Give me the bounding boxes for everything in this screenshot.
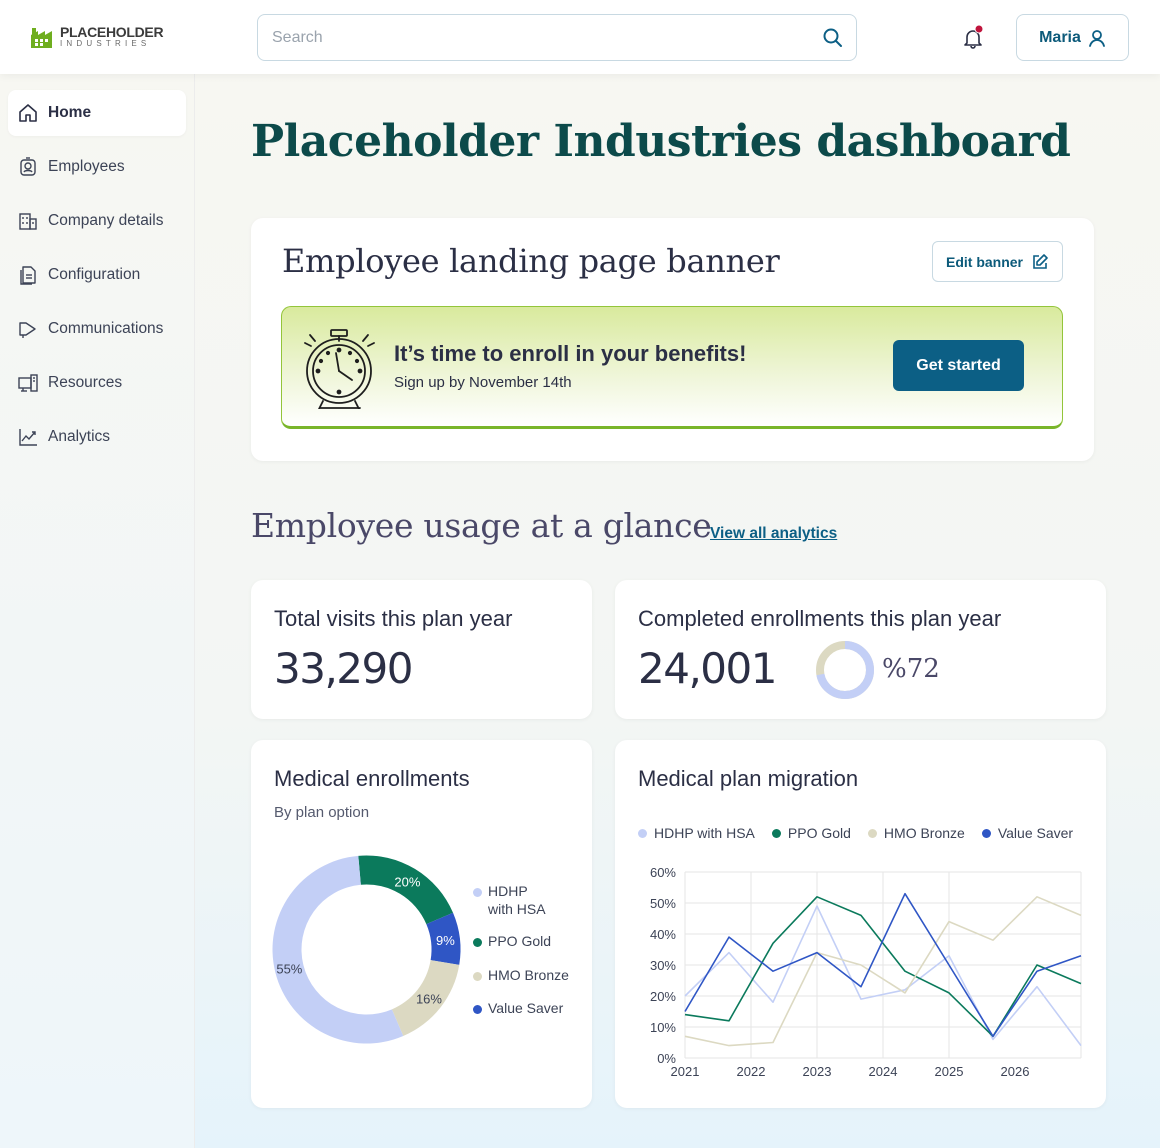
total-visits-card: Total visits this plan year 33,290	[251, 580, 592, 719]
legend-label: PPO Gold	[488, 933, 552, 949]
brand-sub: INDUSTRIES	[60, 38, 151, 48]
legend-item: HMO Bronze	[473, 966, 569, 984]
banner-heading: Employee landing page banner	[282, 242, 780, 280]
x-tick-label: 2026	[1001, 1064, 1030, 1079]
donut-slice	[358, 855, 454, 925]
enrollment-percent: %72	[882, 654, 940, 684]
migration-line-chart: 0%10%20%30%40%50%60%2021 2022 2023 2024 2025…	[650, 865, 1082, 1079]
search-input[interactable]	[272, 15, 812, 60]
donut-slice-label: 16%	[416, 992, 442, 1007]
y-tick-label: 30%	[650, 958, 676, 973]
sidebar-item-label: Company details	[48, 212, 164, 229]
y-tick-label: 10%	[650, 1020, 676, 1035]
sidebar-item-label: Employees	[48, 158, 125, 175]
top-bar: PLACEHOLDER INDUSTRIES Maria	[0, 0, 1160, 74]
enrollment-progress-ring	[816, 641, 874, 699]
stat-value: 33,290	[274, 644, 413, 693]
factory-icon	[31, 28, 52, 48]
legend-swatch	[473, 1005, 482, 1014]
chart-subtitle: By plan option	[274, 804, 370, 821]
banner-card: Employee landing page banner Edit banner…	[251, 218, 1094, 461]
search-box	[257, 14, 857, 61]
alarm-clock-icon	[304, 329, 375, 409]
legend-label: Value Saver	[488, 1000, 564, 1016]
sidebar-item-company-details[interactable]: Company details	[8, 198, 186, 244]
resources-icon	[18, 374, 38, 392]
y-tick-label: 20%	[650, 989, 676, 1004]
sidebar-item-analytics[interactable]: Analytics	[8, 414, 186, 460]
x-tick-label: 2022	[737, 1064, 766, 1079]
view-all-analytics-link[interactable]: View all analytics	[710, 525, 837, 543]
user-menu-button[interactable]: Maria	[1016, 14, 1129, 61]
x-tick-label: 2024	[869, 1064, 898, 1079]
x-tick-label: 2021	[671, 1064, 700, 1079]
notification-bell-icon[interactable]	[961, 25, 987, 51]
legend-item: Value Saver	[473, 999, 563, 1017]
sidebar-item-employees[interactable]: Employees	[8, 144, 186, 190]
company-logo[interactable]: PLACEHOLDER INDUSTRIES	[30, 23, 164, 48]
sidebar-item-configuration[interactable]: Configuration	[8, 252, 186, 298]
legend-swatch	[473, 972, 482, 981]
sidebar: Home Employees Company details Configura…	[0, 74, 195, 1148]
get-started-button[interactable]: Get started	[893, 340, 1024, 391]
legend-label: with HSA	[488, 901, 546, 917]
badge-icon	[20, 157, 36, 176]
legend-label: HMO Bronze	[488, 967, 569, 983]
brand-name: PLACEHOLDER	[60, 23, 164, 40]
legend-swatch	[473, 938, 482, 947]
sidebar-item-label: Analytics	[48, 428, 111, 445]
sidebar-item-label: Home	[48, 104, 92, 121]
edit-banner-label: Edit banner	[945, 253, 1023, 270]
sidebar-item-label: Configuration	[48, 266, 141, 283]
user-icon	[1088, 29, 1105, 47]
legend-label: HDHP	[488, 883, 528, 899]
sidebar-item-label: Resources	[48, 374, 123, 391]
enrollment-promo-banner: It’s time to enroll in your benefits! Si…	[281, 306, 1063, 429]
medical-enrollments-card: Medical enrollments By plan option 20% 9%…	[251, 740, 592, 1108]
sidebar-item-resources[interactable]: Resources	[8, 360, 186, 406]
chart-title: Medical enrollments	[274, 766, 470, 791]
x-tick-label: 2023	[803, 1064, 832, 1079]
legend-item: HDHP with HSA	[473, 882, 546, 918]
y-tick-label: 60%	[650, 865, 676, 880]
document-icon	[20, 266, 36, 285]
usage-section-title: Employee usage at a glance	[251, 506, 712, 545]
search-icon[interactable]	[822, 27, 844, 49]
donut-slice-label: 9%	[436, 933, 455, 948]
donut-slice-label: 20%	[394, 874, 420, 889]
megaphone-icon	[19, 322, 36, 338]
stat-label: Completed enrollments this plan year	[638, 606, 1002, 631]
page-title: Placeholder Industries dashboard	[251, 116, 1071, 167]
enrollment-donut-chart: 20% 9% 16% 55%	[272, 855, 461, 1044]
completed-enrollments-card: Completed enrollments this plan year 24,…	[615, 580, 1106, 719]
edit-icon	[1033, 253, 1048, 269]
user-name: Maria	[1039, 28, 1081, 46]
y-tick-label: 40%	[650, 927, 676, 942]
x-tick-label: 2025	[935, 1064, 964, 1079]
y-tick-label: 50%	[650, 896, 676, 911]
sidebar-item-home[interactable]: Home	[8, 90, 186, 136]
chart-line-icon	[19, 429, 37, 446]
donut-slice-label: 55%	[276, 962, 302, 977]
stat-label: Total visits this plan year	[274, 606, 513, 631]
promo-subtitle: Sign up by November 14th	[394, 374, 572, 391]
sidebar-item-label: Communications	[48, 320, 164, 337]
promo-title: It’s time to enroll in your benefits!	[394, 341, 747, 366]
home-icon	[19, 104, 37, 122]
medical-plan-migration-card: Medical plan migration HDHP with HSA PPO…	[615, 740, 1106, 1108]
edit-banner-button[interactable]: Edit banner	[932, 241, 1063, 282]
legend-item: PPO Gold	[473, 932, 551, 950]
legend-swatch	[473, 888, 482, 897]
sidebar-item-communications[interactable]: Communications	[8, 306, 186, 352]
stat-value: 24,001	[638, 644, 777, 693]
building-icon	[19, 213, 37, 230]
